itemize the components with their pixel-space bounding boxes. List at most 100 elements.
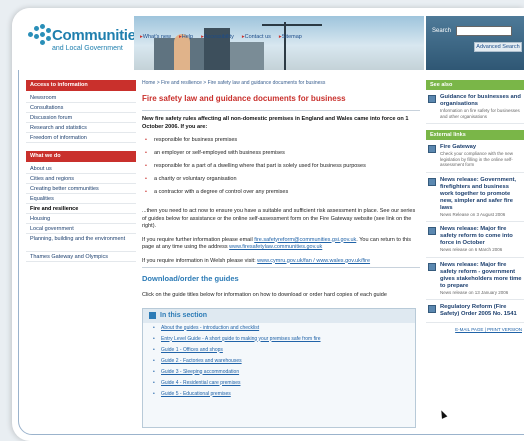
list-item: responsible for business premises [142, 137, 420, 150]
external-link-text: Fire Gateway Check your compliance with t… [440, 144, 522, 168]
search-input[interactable] [456, 26, 512, 36]
advanced-search-button[interactable]: Advanced Search [474, 42, 522, 52]
banner-crane [284, 22, 286, 70]
contact-text: If you require further information pleas… [142, 236, 255, 243]
breadcrumb[interactable]: Home > Fire and resilience > Fire safety… [142, 80, 420, 90]
page-icon [428, 145, 436, 153]
search-label: Search [432, 28, 452, 34]
right-column: See also Guidance for businesses and org… [426, 80, 524, 380]
page-icon [428, 177, 436, 186]
list-item: an employer or self-employed with busine… [142, 150, 420, 163]
see-also-desc: Information on fire safety for businesse… [440, 108, 520, 119]
external-link-item[interactable]: News release: Major fire safety reform t… [426, 222, 524, 258]
logo-name: Communities [52, 27, 144, 44]
guide-link-1[interactable]: Guide 1 - Offices and shops [143, 345, 415, 356]
section-square-icon [149, 312, 156, 319]
list-item: a contractor with a degree of control ov… [142, 189, 420, 202]
mouse-cursor-icon [438, 409, 448, 419]
site-header: Communities and Local Government What's … [12, 8, 524, 70]
divider [142, 267, 420, 268]
page-icon [428, 262, 436, 271]
left-navigation: Access to information Newsroom Consultat… [26, 80, 136, 380]
external-link-desc: News release on 13 January 2006 [440, 289, 509, 295]
top-navigation: What's new Help Accessibility Contact us… [140, 32, 424, 42]
page-address-link[interactable]: www.firesafetylaw.communities.gov.uk [229, 244, 322, 250]
topnav-whats-new[interactable]: What's new [140, 34, 171, 40]
browser-window: Communities and Local Government What's … [12, 8, 524, 441]
nav-item-fire-resilience[interactable]: Fire and resilience [26, 204, 136, 214]
page-icon [428, 95, 436, 103]
guide-link-5[interactable]: Guide 5 - Educational premises [143, 389, 415, 400]
external-link-text: News release: Government, firefighters a… [440, 177, 522, 218]
welsh-text: If you require information in Welsh plea… [142, 257, 258, 264]
list-item: responsible for a part of a dwelling whe… [142, 163, 420, 176]
divider [142, 110, 420, 111]
nav-item-cities[interactable]: Cities and regions [26, 174, 136, 184]
guide-link-2[interactable]: Guide 2 - Factories and warehouses [143, 356, 415, 367]
search-panel: Search Advanced Search [426, 16, 524, 70]
nav-item-housing[interactable]: Housing [26, 214, 136, 224]
nav-heading-what-we-do: What we do [26, 151, 136, 162]
logo-dots-icon [28, 24, 51, 46]
external-link-desc: News Release on 3 August 2006 [440, 211, 506, 217]
page-icon [428, 227, 436, 235]
nav-item-discussion-forum[interactable]: Discussion forum [26, 113, 136, 123]
nav-item-equalities[interactable]: Equalities [26, 194, 136, 204]
nav-item-research[interactable]: Research and statistics [26, 123, 136, 133]
download-heading: Download/order the guides [142, 274, 239, 283]
topnav-sitemap[interactable]: Sitemap [279, 34, 302, 40]
external-link-item[interactable]: News release: Government, firefighters a… [426, 173, 524, 222]
nav-item-planning[interactable]: Planning, building and the environment [26, 234, 136, 252]
external-link-title: News release: Major fire safety reform t… [440, 226, 513, 246]
see-also-item[interactable]: Guidance for businesses and organisation… [426, 90, 524, 124]
contact-paragraph: If you require further information pleas… [142, 237, 420, 252]
email-print-links[interactable]: E-MAIL PAGE | PRINT VERSION [426, 323, 524, 336]
in-this-section-box: In this section About the guides - intro… [142, 307, 416, 428]
main-content: Home > Fire and resilience > Fire safety… [142, 80, 420, 440]
external-link-text: Regulatory Reform (Fire Safety) Order 20… [440, 304, 522, 318]
nav-item-consultations[interactable]: Consultations [26, 103, 136, 113]
external-link-item[interactable]: News release: Major fire safety reform -… [426, 258, 524, 300]
guide-link-entry-level[interactable]: Entry Level Guide - A short guide to mak… [143, 334, 415, 345]
action-paragraph: ...then you need to act now to ensure yo… [142, 208, 416, 229]
banner-building [230, 42, 264, 70]
page-icon [428, 305, 436, 313]
nav-item-about-us[interactable]: About us [26, 164, 136, 174]
section-title: In this section [143, 308, 415, 323]
list-item: a charity or voluntary organisation [142, 176, 420, 189]
nav-item-foi[interactable]: Freedom of information [26, 133, 136, 143]
logo-subtitle: and Local Government [52, 45, 123, 52]
external-link-item[interactable]: Regulatory Reform (Fire Safety) Order 20… [426, 300, 524, 323]
nav-item-local-government[interactable]: Local government [26, 224, 136, 234]
nav-item-thames-gateway[interactable]: Thames Gateway and Olympics [26, 252, 136, 262]
topnav-accessibility[interactable]: Accessibility [201, 34, 234, 40]
topnav-help[interactable]: Help [179, 34, 193, 40]
site-logo[interactable]: Communities and Local Government [28, 22, 144, 62]
guide-link-3[interactable]: Guide 3 - Sleeping accommodation [143, 367, 415, 378]
external-link-text: News release: Major fire safety reform t… [440, 226, 522, 253]
topnav-contact-us[interactable]: Contact us [242, 34, 271, 40]
section-title-text: In this section [160, 312, 208, 319]
download-paragraph: Click on the guide titles below for info… [142, 292, 387, 298]
external-link-item[interactable]: Fire Gateway Check your compliance with t… [426, 140, 524, 173]
external-link-title: News release: Government, firefighters a… [440, 176, 517, 211]
guide-link-about[interactable]: About the guides - introduction and chec… [143, 323, 415, 334]
header-banner-image [134, 16, 424, 70]
welsh-paragraph: If you require information in Welsh plea… [142, 258, 420, 266]
contact-email-link[interactable]: fire.safetyreform@communities.gsi.gov.uk [254, 237, 356, 243]
nav-item-communities[interactable]: Creating better communities [26, 184, 136, 194]
welsh-links[interactable]: www.cymru.gov.uk/fan / www.wales.gov.uk/… [257, 258, 370, 264]
intro-text: New fire safety rules affecting all non-… [142, 116, 409, 130]
banner-crane-arm [262, 24, 322, 26]
external-link-title: Fire Gateway [440, 144, 477, 150]
external-link-title: News release: Major fire safety reform -… [440, 261, 522, 289]
see-also-text: Guidance for businesses and organisation… [440, 94, 522, 119]
nav-item-newsroom[interactable]: Newsroom [26, 93, 136, 103]
see-also-title: Guidance for businesses and organisation… [440, 94, 521, 107]
external-link-title: Regulatory Reform (Fire Safety) Order 20… [440, 304, 517, 317]
requirements-list: responsible for business premises an emp… [142, 137, 420, 202]
external-links-heading: External links [426, 130, 524, 140]
guide-link-4[interactable]: Guide 4 - Residential care premises [143, 378, 415, 389]
external-link-desc: News release on 6 March 2006 [440, 247, 503, 252]
see-also-heading: See also [426, 80, 524, 90]
